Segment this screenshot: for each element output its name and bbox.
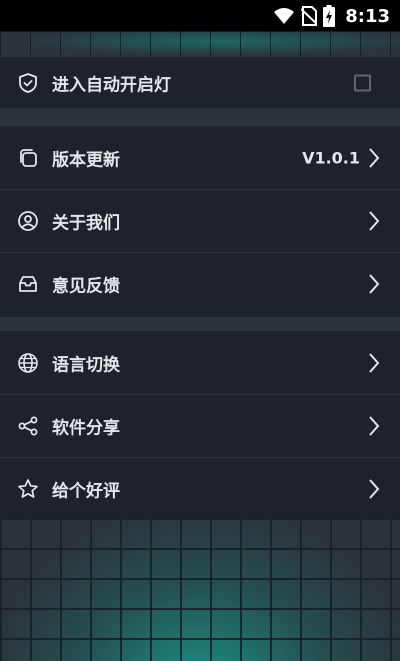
auto-light-label: 进入自动开启灯 [52,75,171,95]
auto-light-row[interactable]: 进入自动开启灯 [0,57,400,108]
footer-tile-background [0,518,400,661]
chevron-right-icon [369,274,380,294]
star-icon [18,479,38,498]
feedback-row[interactable]: 意见反馈 [0,252,400,315]
version-update-row[interactable]: 版本更新 V1.0.1 [0,126,400,189]
auto-light-section: 进入自动开启灯 [0,57,400,108]
section-divider [0,108,400,126]
share-icon [18,416,38,436]
wifi-icon [274,8,295,24]
inbox-icon [19,276,37,292]
version-value: V1.0.1 [302,148,360,167]
status-bar: 8:13 [0,0,400,31]
status-icons: 8:13 [273,3,390,29]
copy-icon [20,148,37,167]
shield-check-icon [19,72,37,93]
no-sim-icon [301,6,318,26]
general-section: 语言切换 软件分享 给个好评 [0,331,400,520]
version-update-label: 版本更新 [52,150,120,170]
chevron-right-icon [369,416,380,436]
share-app-label: 软件分享 [52,418,120,439]
chevron-right-icon [369,211,380,231]
auto-light-checkbox[interactable] [354,74,371,91]
header-tile-background [0,31,400,57]
chevron-right-icon [369,147,380,168]
language-switch-label: 语言切换 [52,355,120,375]
user-circle-icon [18,211,38,231]
about-us-row[interactable]: 关于我们 [0,189,400,252]
globe-icon [18,352,38,373]
about-us-label: 关于我们 [52,213,120,234]
section-divider [0,317,400,331]
status-time: 8:13 [345,5,390,27]
rate-app-label: 给个好评 [52,481,120,502]
battery-charging-icon [323,5,336,27]
language-switch-row[interactable]: 语言切换 [0,331,400,394]
chevron-right-icon [369,479,380,499]
share-app-row[interactable]: 软件分享 [0,394,400,457]
chevron-right-icon [369,352,380,373]
rate-app-row[interactable]: 给个好评 [0,457,400,520]
info-section: 版本更新 V1.0.1 关于我们 意见反馈 [0,126,400,317]
feedback-label: 意见反馈 [52,276,120,297]
